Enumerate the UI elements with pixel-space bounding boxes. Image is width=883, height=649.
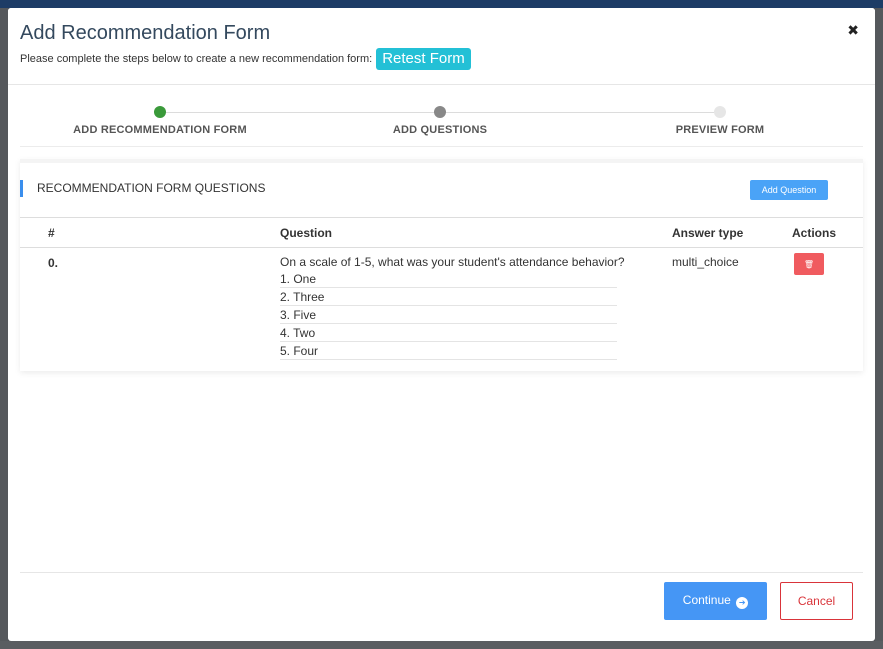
step-label: ADD QUESTIONS	[392, 124, 488, 136]
add-recommendation-form-modal: Add Recommendation Form Please complete …	[8, 8, 875, 641]
answer-option: 4. Two	[280, 324, 617, 342]
answer-option: 3. Five	[280, 306, 617, 324]
add-question-button[interactable]: Add Question	[750, 180, 828, 200]
step-dot-pending	[714, 106, 726, 118]
answer-type: multi_choice	[672, 255, 739, 269]
actions-cell: 🗑	[792, 248, 863, 361]
card-heading: RECOMMENDATION FORM QUESTIONS	[20, 180, 265, 197]
step-add-recommendation-form: ADD RECOMMENDATION FORM	[20, 105, 300, 136]
delete-question-button[interactable]: 🗑	[794, 253, 824, 275]
questions-table: # Question Answer type Actions 0. On a s…	[20, 217, 863, 360]
step-label: PREVIEW FORM	[675, 124, 765, 136]
modal-title: Add Recommendation Form	[20, 22, 271, 44]
backdrop-topbar	[0, 0, 883, 8]
step-dot-active	[434, 106, 446, 118]
column-header-actions: Actions	[792, 217, 863, 248]
modal-subtitle: Please complete the steps below to creat…	[20, 48, 471, 70]
form-name-badge: Retest Form	[376, 48, 471, 70]
backdrop-left	[0, 8, 8, 649]
table-row: 0. On a scale of 1-5, what was your stud…	[20, 248, 863, 361]
answer-option: 5. Four	[280, 342, 617, 360]
continue-label: Continue	[682, 593, 731, 607]
modal-footer: Continue ➔ Cancel	[20, 572, 863, 641]
answer-option: 1. One	[280, 270, 617, 288]
column-header-answer-type: Answer type	[672, 217, 792, 248]
cancel-button[interactable]: Cancel	[780, 582, 853, 620]
questions-card: RECOMMENDATION FORM QUESTIONS Add Questi…	[20, 159, 863, 371]
answer-option: 2. Three	[280, 288, 617, 306]
question-cell: On a scale of 1-5, what was your student…	[280, 248, 672, 360]
step-preview-form: PREVIEW FORM	[580, 105, 860, 136]
backdrop-bottom	[0, 641, 883, 649]
backdrop-right	[875, 8, 883, 649]
column-header-number: #	[20, 217, 280, 248]
step-label: ADD RECOMMENDATION FORM	[73, 124, 247, 136]
step-dot-complete	[154, 106, 166, 118]
step-add-questions: ADD QUESTIONS	[300, 105, 580, 136]
arrow-circle-right-icon: ➔	[736, 597, 749, 609]
table-header-row: # Question Answer type Actions	[20, 217, 863, 248]
answer-options-list: 1. One 2. Three 3. Five 4. Two 5. Four	[280, 270, 617, 360]
question-text: On a scale of 1-5, what was your student…	[280, 255, 625, 269]
continue-button[interactable]: Continue ➔	[664, 582, 767, 620]
stepper: ADD RECOMMENDATION FORM ADD QUESTIONS PR…	[20, 105, 863, 147]
question-number: 0.	[48, 256, 59, 270]
column-header-question: Question	[280, 217, 672, 248]
close-icon[interactable]: ✖	[847, 23, 859, 37]
modal-header: Add Recommendation Form Please complete …	[8, 8, 875, 85]
modal-body: ADD RECOMMENDATION FORM ADD QUESTIONS PR…	[8, 85, 875, 572]
subtitle-text: Please complete the steps below to creat…	[20, 53, 373, 65]
trash-icon: 🗑	[803, 259, 815, 269]
